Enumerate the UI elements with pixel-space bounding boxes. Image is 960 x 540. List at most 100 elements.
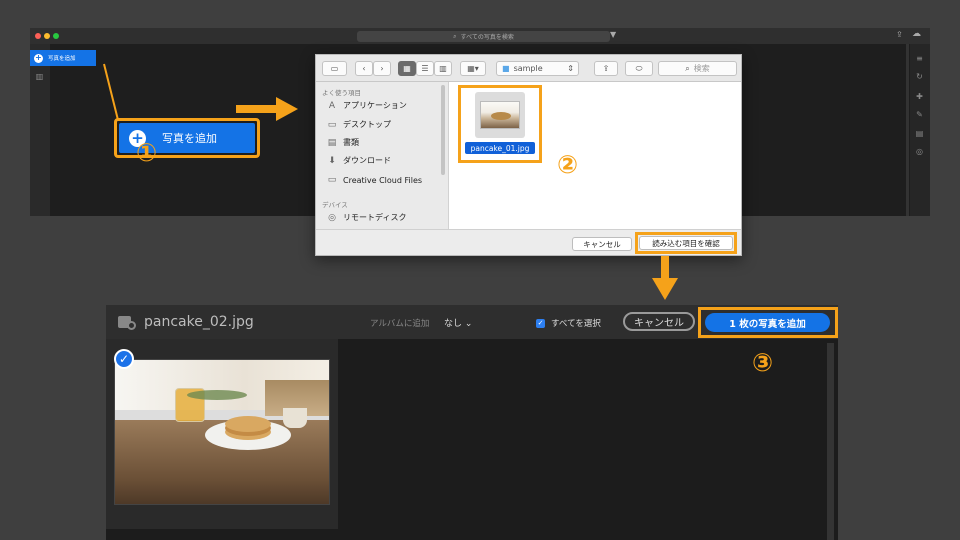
confirm-import-button[interactable]: 読み込む項目を確認 — [639, 236, 733, 250]
sidebar-item-documents[interactable]: ▤ 書類 — [326, 137, 359, 148]
callout-line — [103, 63, 119, 121]
add-photo-button[interactable]: 1 枚の写真を追加 — [705, 313, 830, 332]
search-placeholder: すべての写真を検索 — [460, 34, 514, 41]
back-button[interactable]: ‹ — [355, 61, 373, 76]
arrow-down — [652, 256, 678, 300]
gradient-icon[interactable]: ▤ — [915, 129, 924, 138]
photo-selected-check-icon[interactable]: ✓ — [114, 349, 134, 369]
share-icon[interactable]: ⇪ — [896, 30, 903, 39]
trash-icon[interactable]: ▥ — [35, 72, 44, 81]
arrow-right — [236, 97, 298, 121]
forward-button[interactable]: › — [373, 61, 391, 76]
photo-thumbnail-image — [480, 101, 520, 129]
file-browser-area: pancake_01.jpg ② — [450, 82, 741, 229]
sidebar-item-applications[interactable]: A アプリケーション — [326, 100, 407, 111]
file-thumbnail[interactable] — [475, 92, 525, 138]
sidebar-item-remote-disc[interactable]: ◎ リモートディスク — [326, 212, 406, 223]
import-panel: pancake_02.jpg アルバムに追加 なし ⌄ ✓ すべてを選択 キャン… — [106, 305, 838, 540]
list-icon: ☰ — [421, 64, 429, 73]
location-select[interactable]: ■ sample ⇕ — [496, 61, 579, 76]
desktop-folder-icon: ▭ — [327, 119, 337, 130]
sidebar-item-label: デスクトップ — [343, 120, 391, 129]
dialog-sidebar: よく使う項目 A アプリケーション ▭ デスクトップ ▤ 書類 ⬇ ダウンロード… — [316, 82, 449, 229]
dialog-footer: キャンセル 読み込む項目を確認 — [316, 229, 741, 255]
close-window-button[interactable] — [35, 33, 41, 39]
left-toolbar: ▥ — [30, 44, 50, 216]
add-photos-label: 写真を追加 — [48, 56, 76, 62]
sidebar-item-label: 書類 — [343, 138, 359, 147]
right-toolbar: ≡ ↻ ✚ ✎ ▤ ◎ — [910, 44, 930, 216]
zoom-window-button[interactable] — [53, 33, 59, 39]
search-icon: ⌕ — [685, 63, 690, 73]
column-view-button[interactable]: ▥ — [434, 61, 452, 76]
album-select[interactable]: なし ⌄ — [444, 316, 472, 329]
import-cancel-button[interactable]: キャンセル — [623, 312, 695, 331]
folder-icon: ▭ — [327, 175, 337, 185]
transform-icon[interactable]: ↻ — [915, 72, 924, 81]
dialog-search-input[interactable]: ⌕ 検索 — [658, 61, 737, 76]
applications-icon: A — [328, 100, 336, 111]
add-photos-label: 写真を追加 — [162, 132, 217, 145]
select-all-label: すべてを選択 — [551, 319, 601, 329]
minimize-window-button[interactable] — [44, 33, 50, 39]
sidebar-item-label: アプリケーション — [343, 101, 407, 110]
downloads-icon: ⬇ — [328, 155, 336, 166]
dialog-cancel-button[interactable]: キャンセル — [572, 237, 632, 251]
add-photos-button-small[interactable]: + 写真を追加 — [30, 50, 96, 66]
list-view-button[interactable]: ☰ — [416, 61, 434, 76]
favorites-heading: よく使う項目 — [322, 89, 361, 97]
tag-button[interactable]: ⬭ — [625, 61, 653, 76]
import-title: pancake_02.jpg — [144, 314, 254, 330]
import-source-icon — [118, 313, 138, 331]
dialog-toolbar: ▭ ‹ › ▦ ☰ ▥ ▦▾ ■ sample ⇕ ⇪ ⬭ ⌕ 検索 — [316, 55, 741, 82]
title-bar: ⌕ すべての写真を検索 ▼ ⇪ ☁ — [30, 28, 930, 44]
sidebar-icon: ▭ — [330, 64, 339, 73]
search-icon: ⌕ — [453, 32, 457, 40]
updown-icon: ⇕ — [567, 64, 574, 73]
icon-view-button[interactable]: ▦ — [398, 61, 416, 76]
select-all-checkbox[interactable]: ✓ すべてを選択 — [536, 317, 601, 329]
chevron-right-icon: › — [380, 64, 384, 73]
photo-thumbnail[interactable] — [114, 359, 330, 505]
album-label: アルバムに追加 — [370, 319, 430, 329]
radial-icon[interactable]: ◎ — [915, 147, 924, 156]
remote-disc-icon: ◎ — [328, 212, 336, 223]
dialog-search-placeholder: 検索 — [693, 64, 710, 73]
tag-icon: ⬭ — [635, 63, 643, 73]
panel-divider — [906, 44, 909, 216]
import-scrollbar[interactable] — [827, 343, 834, 540]
filter-icon[interactable]: ▼ — [610, 30, 616, 39]
photo-grid-cell[interactable]: ✓ — [106, 339, 338, 529]
folder-icon: ■ — [502, 64, 510, 73]
location-label: sample — [513, 64, 543, 73]
arrange-icon: ▦▾ — [467, 64, 479, 73]
checkmark-icon: ✓ — [536, 318, 545, 328]
sidebar-item-label: ダウンロード — [343, 156, 391, 165]
arrange-button[interactable]: ▦▾ — [460, 61, 486, 76]
sliders-icon[interactable]: ≡ — [915, 54, 924, 63]
import-header: pancake_02.jpg アルバムに追加 なし ⌄ ✓ すべてを選択 キャン… — [106, 305, 838, 339]
step-marker-1: ① — [136, 138, 158, 167]
share-icon: ⇪ — [602, 64, 610, 73]
grid-icon: ▦ — [403, 64, 411, 73]
step-marker-2: ② — [557, 150, 579, 179]
album-select-value: なし — [444, 319, 463, 329]
columns-icon: ▥ — [439, 64, 447, 73]
healing-icon[interactable]: ✚ — [915, 92, 924, 101]
cloud-icon[interactable]: ☁ — [912, 29, 921, 39]
sidebar-toggle-button[interactable]: ▭ — [322, 61, 347, 76]
sidebar-item-downloads[interactable]: ⬇ ダウンロード — [326, 155, 391, 166]
file-name-label[interactable]: pancake_01.jpg — [465, 142, 535, 154]
callout-file: pancake_01.jpg — [458, 85, 542, 163]
callout-confirm: 読み込む項目を確認 — [635, 232, 737, 254]
documents-icon: ▤ — [327, 137, 337, 148]
share-button[interactable]: ⇪ — [594, 61, 618, 76]
sidebar-item-creative-cloud[interactable]: ▭ Creative Cloud Files — [326, 175, 422, 185]
devices-heading: デバイス — [322, 201, 348, 209]
search-input[interactable]: ⌕ すべての写真を検索 — [357, 31, 610, 42]
sidebar-item-desktop[interactable]: ▭ デスクトップ — [326, 119, 391, 130]
plus-icon: + — [34, 53, 43, 63]
chevron-left-icon: ‹ — [362, 64, 366, 73]
brush-icon[interactable]: ✎ — [915, 110, 924, 119]
sidebar-scrollbar[interactable] — [441, 85, 445, 175]
